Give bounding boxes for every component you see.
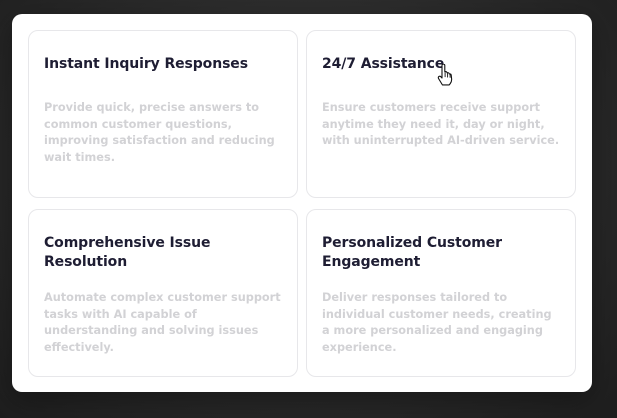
feature-card-24-7-assistance[interactable]: 24/7 Assistance Ensure customers receive…	[306, 30, 576, 198]
pointer-hand-icon	[437, 64, 453, 86]
feature-card-description: Automate complex customer support tasks …	[44, 291, 281, 354]
feature-card-description: Ensure customers receive support anytime…	[322, 101, 560, 147]
feature-card-description: Provide quick, precise answers to common…	[44, 101, 275, 164]
feature-card-customer-engagement[interactable]: Personalized Customer Engagement Deliver…	[306, 209, 576, 377]
feature-card-description: Deliver responses tailored to individual…	[322, 291, 552, 354]
feature-card-title: Personalized Customer Engagement	[322, 235, 502, 270]
features-panel: Instant Inquiry Responses Provide quick,…	[12, 14, 592, 392]
feature-card-issue-resolution[interactable]: Comprehensive Issue Resolution Automate …	[28, 209, 298, 377]
feature-card-title: Instant Inquiry Responses	[44, 56, 248, 72]
feature-card-instant-inquiry[interactable]: Instant Inquiry Responses Provide quick,…	[28, 30, 298, 198]
feature-card-title: Comprehensive Issue Resolution	[44, 235, 211, 270]
